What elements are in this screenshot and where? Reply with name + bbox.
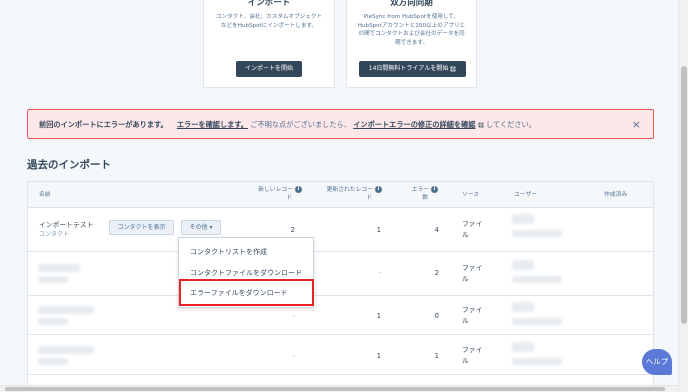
start-trial-button[interactable]: 14日間無料トライアルを開始 bbox=[359, 61, 466, 77]
errors-label: エラー bbox=[411, 187, 429, 193]
import-type-redacted bbox=[38, 276, 68, 283]
info-icon[interactable]: i bbox=[375, 186, 382, 193]
past-imports-table: 名前 新しいレコー i ド 更新されたレコー i ド エラー i 数 ソース ユーザー… bbox=[27, 181, 654, 392]
import-type-redacted bbox=[38, 318, 68, 325]
import-type-redacted bbox=[38, 358, 68, 365]
table-row: - 2 ファイル bbox=[28, 252, 653, 296]
column-header-new-records[interactable]: 新しいレコー i ド bbox=[246, 186, 302, 202]
new-records-value: 2 bbox=[290, 226, 295, 234]
download-contact-file-item[interactable]: コンタクトファイルをダウンロード bbox=[190, 268, 302, 278]
user-name bbox=[512, 358, 562, 365]
table-row: - 1 0 ファイル bbox=[28, 296, 653, 335]
error-banner-heading: 前回のインポートにエラーがあります。 bbox=[39, 120, 168, 129]
user-avatar bbox=[512, 342, 534, 352]
import-type: コンタクト bbox=[39, 231, 70, 238]
column-header-source[interactable]: ソース bbox=[462, 191, 479, 199]
updated-records-label-cont: ド bbox=[366, 195, 372, 201]
external-link-icon bbox=[478, 120, 486, 129]
start-import-button[interactable]: インポートを開始 bbox=[236, 61, 302, 77]
table-row: インポートテスト コンタクト コンタクトを表示 その他 ▾ 2 1 4 ファイル bbox=[28, 208, 653, 252]
error-banner-text: ご不明な点がございましたら、 bbox=[250, 120, 351, 129]
info-icon[interactable]: i bbox=[431, 186, 438, 193]
source-text: ファイ bbox=[462, 220, 483, 228]
source-value: ファイル bbox=[462, 345, 482, 367]
review-errors-link[interactable]: エラーを確認します。 bbox=[177, 120, 248, 129]
import-name-redacted bbox=[38, 264, 80, 272]
updated-records-value: 1 bbox=[376, 226, 381, 234]
highlight-box bbox=[179, 279, 314, 306]
updated-records-value: 1 bbox=[376, 312, 381, 320]
info-icon[interactable]: i bbox=[295, 186, 302, 193]
sync-card-title: 双方向同期 bbox=[390, 0, 433, 8]
new-records-value: - bbox=[292, 352, 295, 360]
create-contact-list-item[interactable]: コンタクトリストを作成 bbox=[190, 247, 267, 257]
source-text-cont: ル bbox=[462, 231, 469, 239]
column-header-name[interactable]: 名前 bbox=[39, 191, 51, 199]
external-link-icon bbox=[450, 65, 456, 72]
source-value: ファイル bbox=[462, 263, 482, 285]
errors-value: 1 bbox=[434, 352, 439, 360]
source-text: ファイ bbox=[462, 264, 483, 272]
sync-card-description: PieSync from HubSpotを使用して、HubSpotアカウントと2… bbox=[357, 14, 466, 46]
import-card-title: インポート bbox=[247, 0, 291, 8]
horizontal-scrollbar[interactable] bbox=[0, 385, 678, 392]
help-button[interactable]: ヘルプ bbox=[642, 349, 672, 375]
source-text: ファイ bbox=[462, 306, 483, 314]
vertical-scrollbar[interactable] bbox=[678, 0, 688, 392]
source-value: ファイル bbox=[462, 219, 482, 241]
start-trial-label: 14日間無料トライアルを開始 bbox=[368, 65, 449, 72]
user-avatar bbox=[512, 214, 534, 224]
horizontal-scroll-thumb[interactable] bbox=[5, 387, 665, 391]
column-header-updated-records[interactable]: 更新されたレコー i ド bbox=[317, 186, 382, 202]
source-text-cont: ル bbox=[462, 275, 469, 283]
new-records-value: - bbox=[292, 312, 295, 320]
errors-value: 4 bbox=[434, 226, 439, 234]
errors-value: 2 bbox=[434, 269, 439, 277]
new-records-label: 新しいレコー bbox=[258, 187, 293, 193]
errors-value: 0 bbox=[434, 312, 439, 320]
source-value: ファイル bbox=[462, 305, 482, 327]
user-name bbox=[512, 230, 562, 237]
source-text-cont: ル bbox=[462, 317, 469, 325]
past-imports-title: 過去のインポート bbox=[27, 159, 111, 171]
new-records-label-cont: ド bbox=[286, 195, 292, 201]
updated-records-value: 1 bbox=[376, 352, 381, 360]
fix-errors-details-link[interactable]: インポートエラーの修正の詳細を確認 bbox=[353, 120, 475, 129]
error-banner-suffix: してください。 bbox=[486, 120, 536, 129]
import-name[interactable]: インポートテスト bbox=[39, 219, 93, 229]
source-text-cont: ル bbox=[462, 357, 469, 365]
column-header-user[interactable]: ユーザー bbox=[514, 191, 537, 199]
updated-records-value: - bbox=[378, 269, 381, 277]
updated-records-label: 更新されたレコー bbox=[326, 187, 373, 193]
user-name bbox=[512, 276, 562, 283]
view-contacts-button[interactable]: コンタクトを表示 bbox=[109, 220, 174, 235]
user-avatar bbox=[512, 302, 534, 312]
table-header: 名前 新しいレコー i ド 更新されたレコー i ド エラー i 数 ソース ユーザー… bbox=[28, 182, 653, 208]
errors-label-cont: 数 bbox=[422, 195, 428, 201]
import-card-description: コンタクト、会社、カスタムオブジェクトなどをHubSpotにインポートします。 bbox=[215, 14, 323, 29]
import-error-banner: 前回のインポートにエラーがあります。 エラーを確認します。 ご不明な点がございま… bbox=[27, 109, 654, 139]
user-name bbox=[512, 318, 562, 325]
vertical-scroll-thumb[interactable] bbox=[681, 66, 687, 324]
source-text: ファイ bbox=[462, 346, 483, 354]
column-header-errors[interactable]: エラー i 数 bbox=[402, 186, 438, 202]
more-dropdown-button[interactable]: その他 ▾ bbox=[181, 220, 221, 235]
column-header-created[interactable]: 作成済み bbox=[604, 191, 627, 199]
close-icon[interactable]: × bbox=[632, 118, 641, 131]
import-name-redacted bbox=[38, 346, 94, 354]
import-name-redacted bbox=[38, 306, 94, 314]
user-avatar bbox=[512, 260, 534, 270]
table-row: - 1 1 ファイル bbox=[28, 335, 653, 375]
